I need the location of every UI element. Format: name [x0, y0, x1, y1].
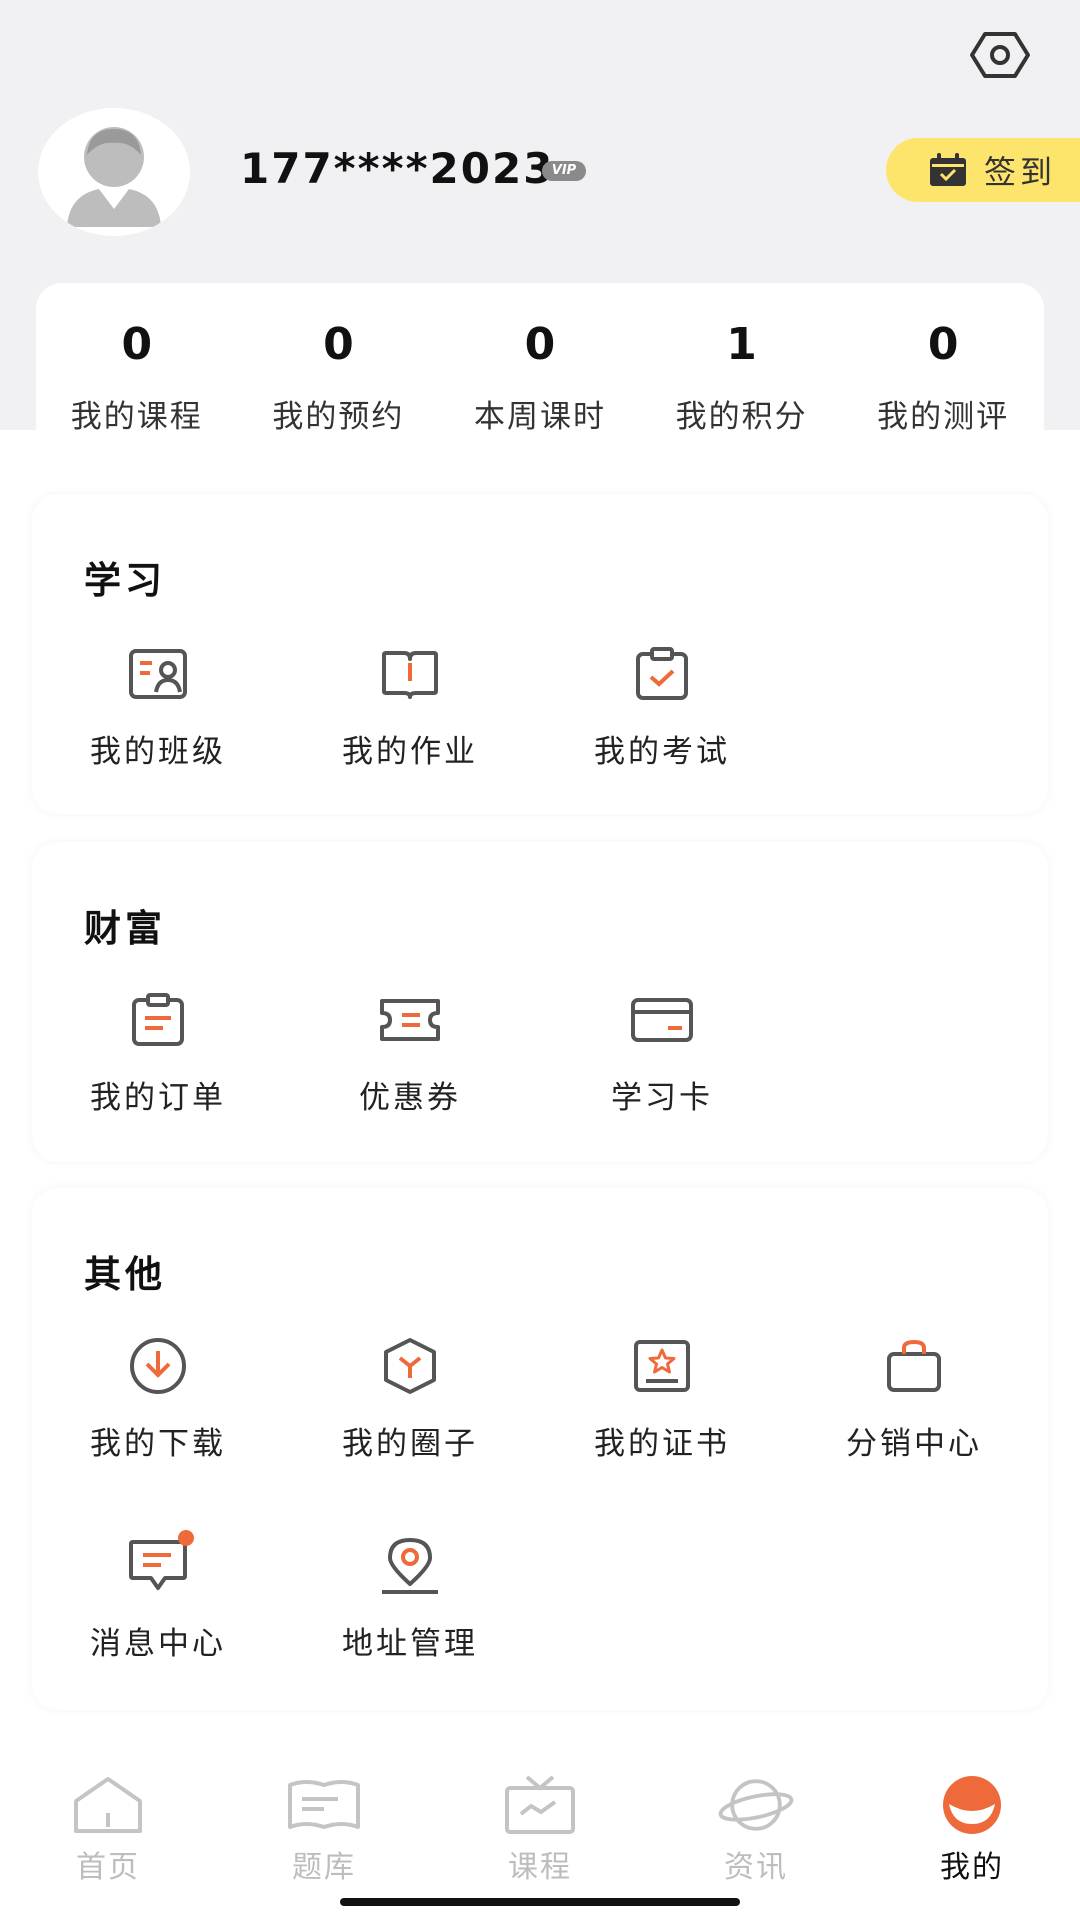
menu-label: 我的作业 — [342, 734, 478, 770]
class-icon — [129, 649, 187, 699]
stat-label: 我的预约 — [272, 399, 405, 435]
menu-label: 优惠券 — [359, 1080, 461, 1116]
course-tv-icon — [505, 1775, 575, 1834]
homework-icon — [382, 651, 438, 699]
home-icon — [74, 1777, 142, 1833]
username: 177****2023 — [240, 144, 555, 193]
order-icon — [132, 993, 184, 1046]
menu-label: 我的圈子 — [342, 1426, 478, 1462]
tab-news[interactable]: 资讯 — [648, 1752, 864, 1920]
stats-card: 0 我的课程 0 我的预约 0 本周课时 1 我的积分 0 我的测评 — [36, 283, 1044, 463]
section-wealth: 财富 我的订单 优惠券 学习卡 — [32, 842, 1048, 1162]
stat-label: 我的课程 — [70, 399, 203, 435]
menu-label: 我的证书 — [594, 1426, 730, 1462]
stat-my-appointments[interactable]: 0 我的预约 — [238, 283, 440, 463]
tab-label: 课程 — [508, 1850, 572, 1885]
home-indicator — [340, 1898, 740, 1906]
menu-distribution-center[interactable]: 分销中心 — [788, 1334, 1040, 1463]
menu-address-management[interactable]: 地址管理 — [284, 1534, 536, 1663]
section-study: 学习 我的班级 我的作业 我的考试 — [32, 494, 1048, 814]
settings-icon — [970, 32, 1030, 78]
stat-my-courses[interactable]: 0 我的课程 — [36, 283, 238, 463]
menu-message-center[interactable]: 消息中心 — [32, 1530, 284, 1663]
tab-label: 我的 — [940, 1850, 1004, 1885]
stat-weekly-hours[interactable]: 0 本周课时 — [439, 283, 641, 463]
calendar-check-icon — [930, 153, 966, 186]
menu-study-card[interactable]: 学习卡 — [536, 988, 788, 1117]
me-icon — [943, 1776, 1001, 1834]
unread-badge — [178, 1530, 194, 1546]
section-title: 学习 — [84, 559, 166, 602]
menu-my-homework[interactable]: 我的作业 — [284, 642, 536, 771]
coupon-icon — [380, 999, 440, 1041]
stat-value: 0 — [323, 319, 354, 370]
study-card-icon — [631, 998, 693, 1042]
tab-label: 题库 — [292, 1850, 356, 1885]
menu-my-circle[interactable]: 我的圈子 — [284, 1334, 536, 1463]
stat-label: 我的积分 — [675, 399, 808, 435]
menu-label: 分销中心 — [846, 1426, 982, 1462]
menu-label: 我的下载 — [90, 1426, 226, 1462]
question-bank-icon — [288, 1780, 360, 1829]
section-title: 财富 — [84, 907, 166, 950]
avatar[interactable] — [38, 108, 190, 236]
stat-my-points[interactable]: 1 我的积分 — [641, 283, 843, 463]
stat-value: 0 — [524, 319, 556, 370]
stat-my-assessments[interactable]: 0 我的测评 — [842, 283, 1044, 463]
tab-home[interactable]: 首页 — [0, 1752, 216, 1920]
exam-icon — [636, 647, 688, 700]
menu-label: 学习卡 — [611, 1080, 713, 1116]
tab-question-bank[interactable]: 题库 — [216, 1752, 432, 1920]
menu-label: 我的订单 — [90, 1080, 226, 1116]
stat-label: 我的测评 — [877, 399, 1010, 435]
tab-label: 首页 — [76, 1850, 140, 1885]
menu-label: 我的考试 — [594, 734, 730, 770]
menu-my-exam[interactable]: 我的考试 — [536, 642, 788, 771]
stat-value: 0 — [121, 319, 153, 370]
menu-label: 地址管理 — [342, 1626, 478, 1662]
distribution-icon — [887, 1339, 941, 1392]
checkin-label: 签到 — [984, 153, 1057, 191]
location-icon — [382, 1538, 438, 1594]
stat-value: 1 — [726, 319, 757, 370]
tab-me[interactable]: 我的 — [864, 1752, 1080, 1920]
default-avatar-icon — [67, 127, 161, 227]
certificate-icon — [634, 1340, 690, 1392]
checkin-button[interactable]: 签到 — [886, 138, 1080, 202]
menu-coupons[interactable]: 优惠券 — [284, 988, 536, 1117]
section-title: 其他 — [84, 1253, 166, 1296]
menu-my-orders[interactable]: 我的订单 — [32, 988, 284, 1117]
settings-button[interactable] — [965, 20, 1035, 90]
stat-label: 本周课时 — [473, 399, 606, 435]
download-icon — [130, 1338, 186, 1394]
stat-value: 0 — [927, 319, 959, 370]
planet-icon — [718, 1779, 794, 1831]
menu-label: 我的班级 — [90, 734, 226, 770]
menu-label: 消息中心 — [90, 1626, 226, 1662]
bottom-tab-bar: 首页 题库 课程 资讯 我的 — [0, 1752, 1080, 1920]
message-icon — [129, 1540, 187, 1590]
vip-badge: VIP — [542, 161, 586, 181]
tab-label: 资讯 — [724, 1850, 788, 1885]
section-other: 其他 我的下载 我的圈子 我的证书 分销中心 消息中心 地址管理 — [32, 1188, 1048, 1710]
menu-my-certificates[interactable]: 我的证书 — [536, 1334, 788, 1463]
menu-my-downloads[interactable]: 我的下载 — [32, 1334, 284, 1463]
menu-my-class[interactable]: 我的班级 — [32, 642, 284, 771]
tab-courses[interactable]: 课程 — [432, 1752, 648, 1920]
circle-icon — [384, 1338, 436, 1394]
